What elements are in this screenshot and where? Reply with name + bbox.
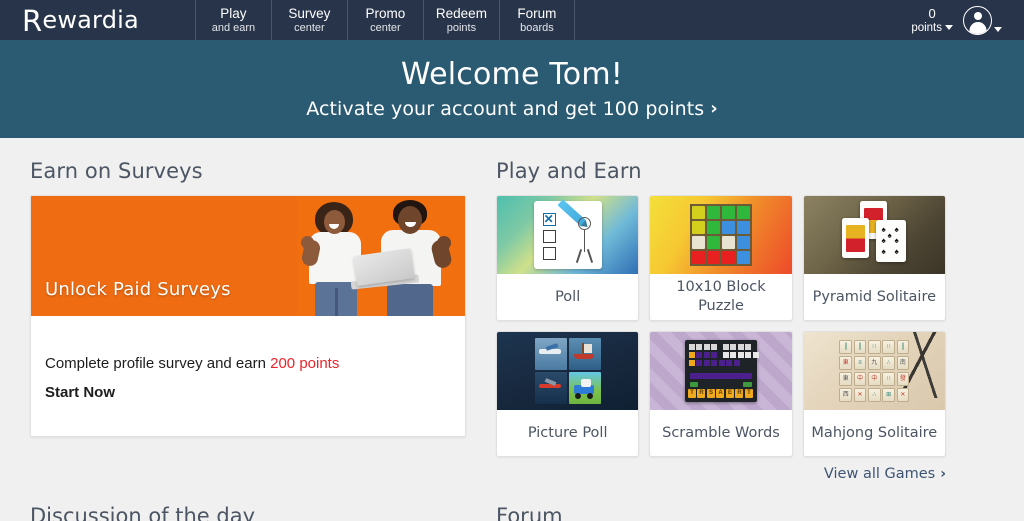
- nav-item-play-and-earn[interactable]: Play and earn: [194, 0, 271, 40]
- nav-label-top: Forum: [517, 6, 557, 21]
- chevron-right-icon: ›: [710, 97, 718, 119]
- points-value: 0: [928, 5, 936, 21]
- points-label-row: points: [911, 21, 953, 35]
- game-card-10x10-block-puzzle[interactable]: 10x10 Block Puzzle: [649, 195, 793, 321]
- games-section-title: Play and Earn: [496, 159, 642, 183]
- points-label: points: [911, 21, 942, 34]
- chevron-right-icon: ›: [940, 466, 946, 482]
- nav-label-top: Redeem: [435, 6, 487, 21]
- nav-label-top: Play: [220, 6, 247, 21]
- nav-label-sub: points: [446, 22, 477, 34]
- game-label: 10x10 Block Puzzle: [676, 279, 766, 314]
- nav-item-survey-center[interactable]: Survey center: [270, 0, 347, 40]
- activate-account-label: Activate your account and get 100 points: [306, 97, 705, 120]
- game-card-scramble-words[interactable]: TRSAERT Scramble Words: [649, 331, 793, 457]
- activate-account-link[interactable]: Activate your account and get 100 points…: [306, 96, 718, 122]
- survey-description-text: Complete profile survey and earn: [45, 355, 271, 372]
- nav-item-forum-boards[interactable]: Forum boards: [498, 0, 575, 40]
- welcome-banner: Welcome Tom! Activate your account and g…: [0, 40, 1024, 138]
- mahjong-solitaire-thumb-icon: ║ ║ ∷ ∷ ║ 東 ≡ 九 ∴ 南 東 中 中 ∷ 發 西 ✕ ∴ ⊞ ✕: [803, 332, 945, 410]
- view-all-games-link[interactable]: View all Games ›: [824, 466, 946, 482]
- main-navigation: Play and earn Survey center Promo center…: [194, 0, 575, 40]
- pyramid-solitaire-thumb-icon: ♠ ♠ ♠ ♠ ♠ ♠ ♠: [803, 196, 945, 274]
- forum-title: Forum: [496, 504, 563, 521]
- bottom-sections-peek: Discussion of the day Forum: [0, 504, 1024, 521]
- header-right-controls: 0 points: [911, 0, 1002, 40]
- survey-hero-title: Unlock Paid Surveys: [45, 279, 231, 300]
- unlock-paid-surveys-card[interactable]: Unlock Paid Surveys Complete profile sur…: [30, 195, 466, 437]
- discussion-of-the-day-column: Discussion of the day: [30, 504, 466, 521]
- nav-label-sub: center: [370, 22, 401, 34]
- game-card-picture-poll[interactable]: Picture Poll: [496, 331, 640, 457]
- main-content: Earn on Surveys Unlock Paid Surveys Comp…: [0, 138, 1024, 482]
- games-grid: ✕ Poll 10x10 Block Puzzle ♠ ♠ ♠ ♠ ♠ ♠ ♠ …: [496, 195, 946, 457]
- chevron-down-icon: [945, 25, 953, 30]
- games-column: Play and Earn ✕ Poll 10x10 Block Puzzle …: [496, 138, 946, 482]
- nav-label-sub: and earn: [211, 22, 256, 34]
- surveys-column: Earn on Surveys Unlock Paid Surveys Comp…: [30, 138, 466, 482]
- start-now-link[interactable]: Start Now: [45, 384, 115, 401]
- game-label: Picture Poll: [527, 424, 608, 441]
- chevron-down-icon: [994, 26, 1002, 32]
- picture-poll-thumb-icon: [497, 332, 639, 410]
- game-label: Scramble Words: [662, 424, 780, 441]
- scramble-words-thumb-icon: TRSAERT: [650, 332, 792, 410]
- game-card-pyramid-solitaire[interactable]: ♠ ♠ ♠ ♠ ♠ ♠ ♠ Pyramid Solitaire: [802, 195, 946, 321]
- view-all-games-row: View all Games ›: [496, 457, 946, 482]
- poll-thumb-icon: ✕: [497, 196, 639, 274]
- nav-label-top: Promo: [365, 6, 406, 21]
- survey-description: Complete profile survey and earn 200 poi…: [45, 352, 451, 376]
- game-card-poll[interactable]: ✕ Poll: [496, 195, 640, 321]
- logo-rest: ewardia: [42, 6, 139, 34]
- surveys-section-title: Earn on Surveys: [30, 159, 203, 183]
- welcome-title: Welcome Tom!: [401, 56, 623, 92]
- site-logo[interactable]: Rewardia: [0, 0, 139, 40]
- survey-hero-image: Unlock Paid Surveys: [31, 196, 465, 316]
- nav-item-promo-center[interactable]: Promo center: [346, 0, 423, 40]
- nav-label-top: Survey: [288, 6, 331, 21]
- block-puzzle-thumb-icon: [650, 196, 792, 274]
- points-menu[interactable]: 0 points: [911, 6, 953, 35]
- survey-card-body: Complete profile survey and earn 200 poi…: [31, 316, 465, 436]
- game-label: Mahjong Solitaire: [811, 424, 938, 441]
- forum-column: Forum: [496, 504, 946, 521]
- site-header: Rewardia Play and earn Survey center Pro…: [0, 0, 1024, 40]
- nav-item-redeem-points[interactable]: Redeem points: [422, 0, 499, 40]
- view-all-games-label: View all Games: [823, 466, 936, 482]
- game-label: Poll: [555, 288, 581, 305]
- logo-initial: R: [22, 3, 43, 38]
- survey-points-reward: 200 points: [270, 355, 340, 372]
- nav-label-sub: center: [294, 22, 325, 34]
- nav-label-sub: boards: [520, 22, 554, 34]
- game-label: Pyramid Solitaire: [812, 288, 937, 305]
- survey-couple-photo: [297, 196, 465, 316]
- discussion-of-the-day-title: Discussion of the day: [30, 504, 256, 521]
- game-card-mahjong-solitaire[interactable]: ║ ║ ∷ ∷ ║ 東 ≡ 九 ∴ 南 東 中 中 ∷ 發 西 ✕ ∴ ⊞ ✕ …: [802, 331, 946, 457]
- user-avatar-icon: [963, 5, 992, 35]
- account-menu[interactable]: [963, 5, 1002, 35]
